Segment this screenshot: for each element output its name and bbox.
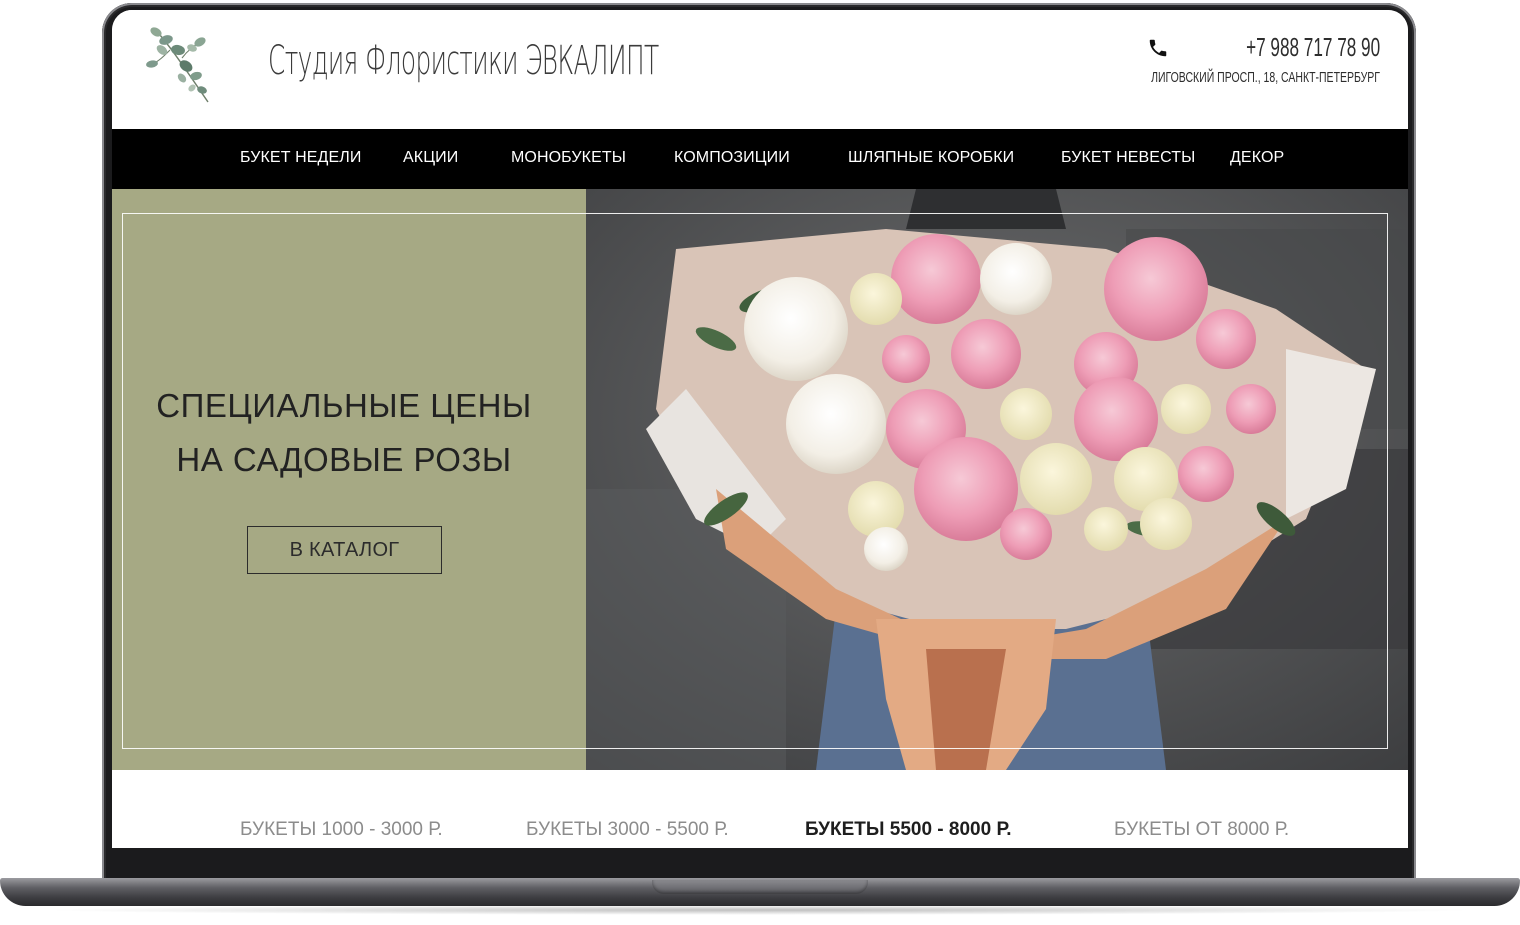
main-nav: БУКЕТ НЕДЕЛИ АКЦИИ МОНОБУКЕТЫ КОМПОЗИЦИИ… xyxy=(112,129,1408,189)
hero-title: СПЕЦИАЛЬНЫЕ ЦЕНЫ НА САДОВЫЕ РОЗЫ xyxy=(112,379,576,487)
hero-text-panel: СПЕЦИАЛЬНЫЕ ЦЕНЫ НА САДОВЫЕ РОЗЫ В КАТАЛ… xyxy=(112,189,586,770)
tab-price-1000-3000[interactable]: БУКЕТЫ 1000 - 3000 Р. xyxy=(240,819,443,841)
address: ЛИГОВСКИЙ ПРОСП., 18, САНКТ-ПЕТЕРБУРГ xyxy=(1151,69,1380,86)
laptop-base-notch xyxy=(652,880,868,894)
phone-number[interactable]: +7 988 717 78 90 xyxy=(1246,32,1380,63)
laptop-screen: Студия Флористики ЭВКАЛИПТ +7 988 717 78… xyxy=(112,10,1408,848)
nav-item-promotions[interactable]: АКЦИИ xyxy=(403,149,458,167)
price-range-tabs: БУКЕТЫ 1000 - 3000 Р. БУКЕТЫ 3000 - 5500… xyxy=(112,770,1408,848)
nav-item-monobouquets[interactable]: МОНОБУКЕТЫ xyxy=(511,149,626,167)
hero-title-line-2: НА САДОВЫЕ РОЗЫ xyxy=(176,441,512,478)
nav-item-bridal-bouquet[interactable]: БУКЕТ НЕВЕСТЫ xyxy=(1061,149,1195,167)
nav-item-decor[interactable]: ДЕКОР xyxy=(1230,149,1284,167)
laptop-shadow xyxy=(40,905,1480,915)
tab-price-5500-8000[interactable]: БУКЕТЫ 5500 - 8000 Р. xyxy=(805,819,1012,841)
phone-icon xyxy=(1149,39,1167,56)
nav-item-compositions[interactable]: КОМПОЗИЦИИ xyxy=(674,149,790,167)
nav-item-bouquet-of-week[interactable]: БУКЕТ НЕДЕЛИ xyxy=(240,149,361,167)
catalog-button[interactable]: В КАТАЛОГ xyxy=(247,526,442,574)
tab-price-from-8000[interactable]: БУКЕТЫ ОТ 8000 Р. xyxy=(1114,819,1289,841)
tab-price-3000-5500[interactable]: БУКЕТЫ 3000 - 5500 Р. xyxy=(526,819,729,841)
site-header: Студия Флористики ЭВКАЛИПТ +7 988 717 78… xyxy=(112,10,1408,129)
hero-banner: СПЕЦИАЛЬНЫЕ ЦЕНЫ НА САДОВЫЕ РОЗЫ В КАТАЛ… xyxy=(112,189,1408,770)
eucalyptus-sprig-icon[interactable] xyxy=(142,20,222,105)
hero-title-line-1: СПЕЦИАЛЬНЫЕ ЦЕНЫ xyxy=(156,387,532,424)
brand-name[interactable]: Студия Флористики ЭВКАЛИПТ xyxy=(268,38,659,84)
nav-item-hat-boxes[interactable]: ШЛЯПНЫЕ КОРОБКИ xyxy=(848,149,1014,167)
hero-bouquet-image xyxy=(586,189,1408,770)
contacts-block: +7 988 717 78 90 ЛИГОВСКИЙ ПРОСП., 18, С… xyxy=(1053,32,1380,87)
